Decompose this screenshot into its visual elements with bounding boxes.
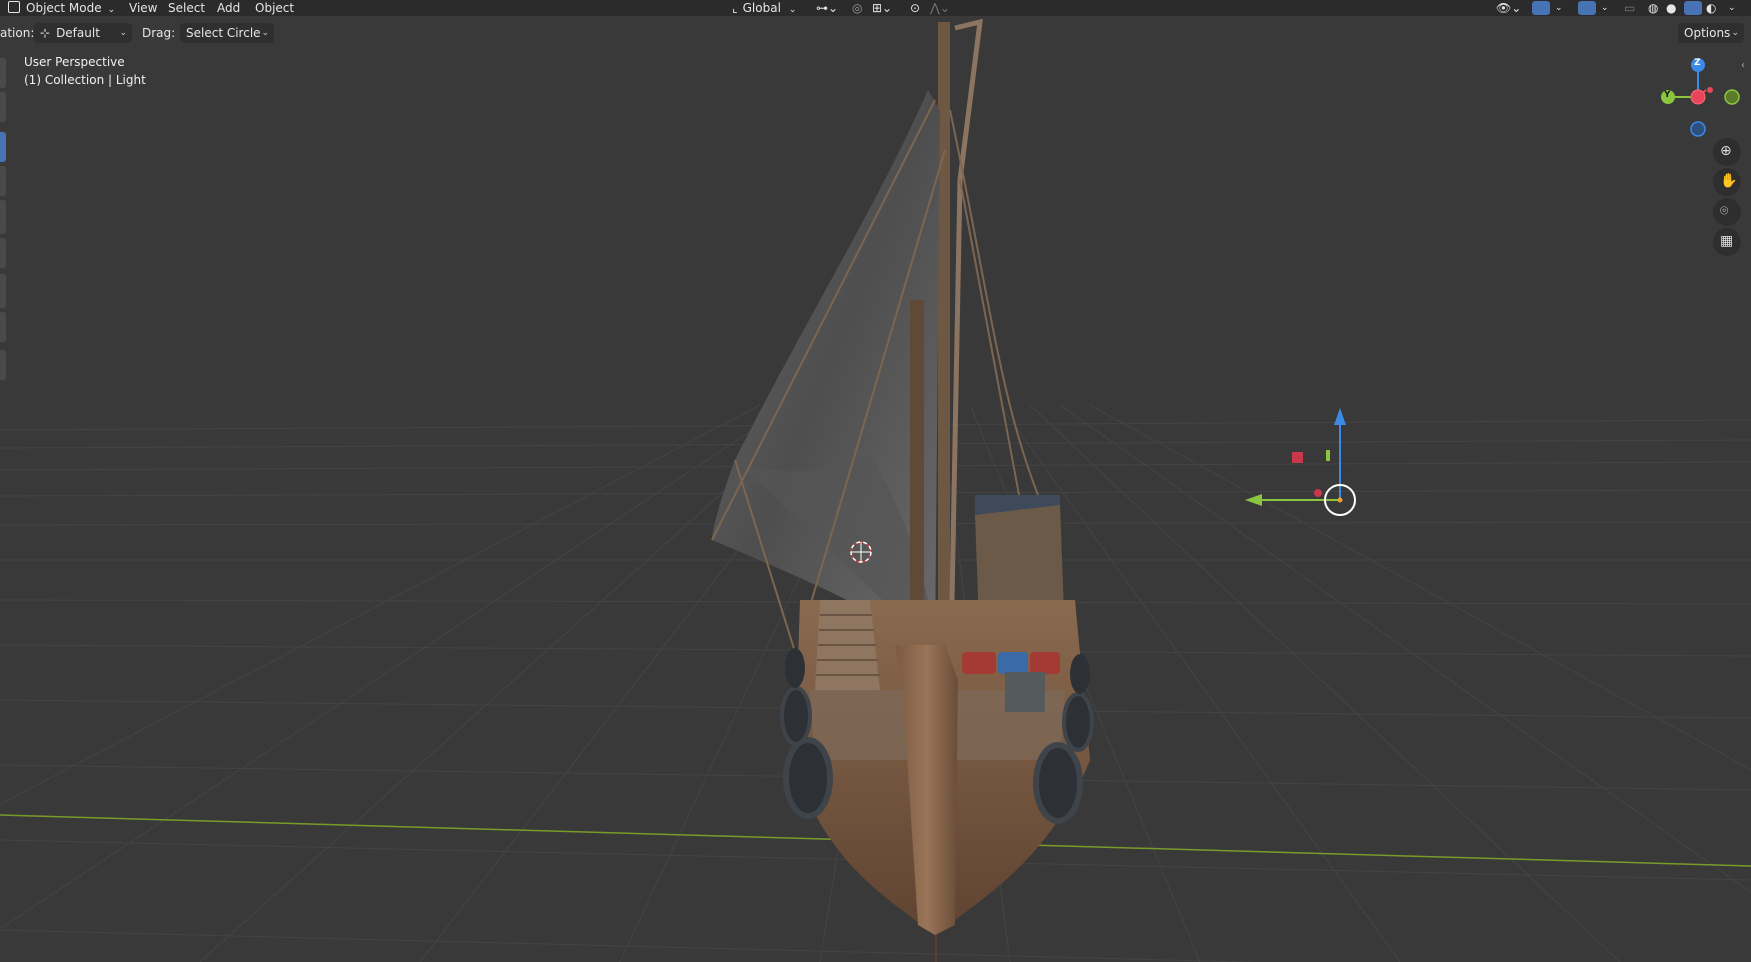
transform-orientation-dropdown[interactable]: ⌞ Global ⌄ (732, 0, 796, 16)
toolbar-tab-7[interactable] (0, 312, 6, 342)
visibility-icon[interactable]: 👁⌄ (1496, 0, 1521, 16)
chevron-down-icon: ⌄ (1731, 28, 1739, 38)
gizmo-chevron-icon[interactable]: ⌄ (1555, 0, 1563, 16)
menu-select[interactable]: Select (168, 0, 205, 16)
pivot-point-icon[interactable]: ⊶⌄ (816, 0, 838, 16)
toolbar-tab-active[interactable] (0, 132, 6, 162)
gizmo-toggle-icon[interactable] (1532, 1, 1550, 15)
navigation-gizmo[interactable] (1661, 58, 1740, 137)
hand-pan-icon: ✋ (1720, 173, 1738, 189)
wireframe-shading-icon[interactable]: ◍ (1648, 0, 1658, 16)
grid-view-icon: ▦ (1720, 233, 1734, 249)
rendered-shading-icon[interactable]: ◐ (1706, 0, 1716, 16)
overlays-toggle-icon[interactable] (1578, 1, 1596, 15)
sidebar-toggle-icon[interactable]: ‹ (1741, 60, 1745, 71)
shading-chevron-icon[interactable]: ⌄ (1728, 0, 1736, 16)
orientation-axes-icon: ⌞ (732, 1, 738, 15)
orientation-label: ation: (0, 26, 35, 40)
chevron-down-icon: ⌄ (788, 5, 797, 15)
material-shading-icon[interactable] (1684, 1, 1702, 15)
view-name: User Perspective (24, 55, 125, 69)
menu-add[interactable]: Add (217, 0, 240, 16)
toolbar-tab-2[interactable] (0, 92, 6, 122)
overlays-chevron-icon[interactable]: ⌄ (1601, 0, 1609, 16)
snap-target-icon[interactable]: ⊞⌄ (872, 0, 892, 16)
solid-shading-icon[interactable]: ● (1666, 0, 1676, 16)
toolbar-tab-8[interactable] (0, 350, 6, 380)
mode-selector[interactable]: Object Mode ⌄ (8, 0, 116, 16)
gizmo-z-label: Z (1694, 58, 1701, 68)
toolbar-tab-6[interactable] (0, 274, 6, 308)
proportional-editing-icon[interactable]: ⊙ (910, 0, 920, 16)
chevron-down-icon: ⌄ (119, 28, 127, 38)
drag-value: Select Circle (186, 26, 261, 40)
chevron-down-icon: ⌄ (107, 5, 116, 15)
boat-model[interactable] (711, 18, 1094, 935)
orientation-label: Global (742, 1, 781, 15)
falloff-icon[interactable]: ⋀⌄ (930, 0, 950, 16)
camera-view-button[interactable]: ⌾ (1713, 198, 1741, 226)
tool-settings-bar: ation: ⊹ Default ⌄ Drag: Select Circle ⌄ Op… (0, 22, 1751, 46)
orientation-value: Default (56, 26, 100, 40)
toolbar-tab-1[interactable] (0, 58, 6, 88)
light-object[interactable] (1245, 408, 1356, 516)
collection-info: (1) Collection | Light (24, 73, 146, 87)
mode-label: Object Mode (26, 1, 102, 15)
3d-viewport[interactable] (0, 0, 1751, 962)
orientation-gizmo-icon: ⊹ (40, 26, 51, 40)
toolbar-tab-4[interactable] (0, 200, 6, 234)
zoom-button[interactable]: ⊕ (1713, 138, 1741, 166)
toolbar-tab-3[interactable] (0, 166, 6, 196)
3d-cursor[interactable] (850, 541, 872, 563)
perspective-toggle-button[interactable]: ▦ (1713, 228, 1741, 256)
drag-dropdown[interactable]: Select Circle ⌄ (180, 23, 274, 43)
xray-icon[interactable]: ▭ (1624, 0, 1635, 16)
object-mode-icon (8, 1, 20, 13)
snap-icon[interactable]: ◎ (852, 0, 862, 16)
gizmo-y-label: Y (1664, 90, 1671, 100)
drag-label: Drag: (142, 26, 176, 40)
options-label: Options (1684, 26, 1731, 40)
camera-icon: ⌾ (1720, 203, 1729, 219)
pan-button[interactable]: ✋ (1713, 168, 1741, 196)
options-dropdown[interactable]: Options ⌄ (1678, 23, 1744, 43)
chevron-down-icon: ⌄ (261, 28, 269, 38)
toolbar-tab-5[interactable] (0, 238, 6, 268)
menu-object[interactable]: Object (255, 0, 294, 16)
viewport-header: Object Mode ⌄ View Select Add Object ⌞ Glo… (0, 0, 1751, 16)
zoom-icon: ⊕ (1720, 143, 1732, 159)
orientation-dropdown[interactable]: ⊹ Default ⌄ (34, 23, 132, 43)
menu-view[interactable]: View (129, 0, 157, 16)
